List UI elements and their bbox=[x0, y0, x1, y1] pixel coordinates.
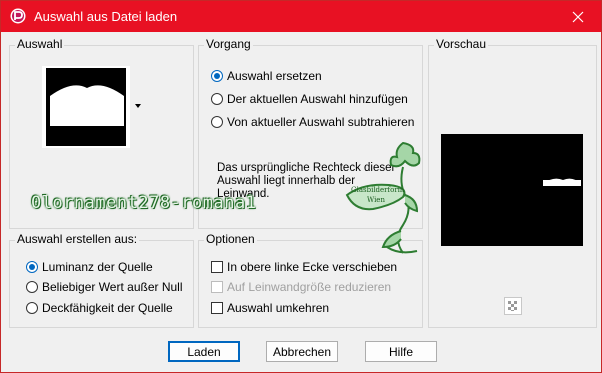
dialog-window: Auswahl aus Datei laden Auswahl Vorgang … bbox=[0, 0, 602, 373]
radio-auswahl-hinzufuegen[interactable]: Der aktuellen Auswahl hinzufügen bbox=[211, 92, 408, 106]
radio-beliebiger-wert[interactable]: Beliebiger Wert außer Null bbox=[26, 280, 183, 294]
preview-canvas bbox=[441, 134, 583, 246]
checkbox-label: In obere linke Ecke verschieben bbox=[227, 260, 398, 274]
radio-indicator[interactable] bbox=[26, 302, 38, 314]
preview-shape bbox=[543, 134, 581, 186]
radio-label: Auswahl ersetzen bbox=[227, 69, 322, 83]
checkbox-leinwandgroesse: Auf Leinwandgröße reduzieren bbox=[211, 280, 391, 294]
group-vorschau-label: Vorschau bbox=[434, 37, 489, 51]
flower-stamp-icon: Glasbilderform Wien bbox=[345, 141, 421, 254]
radio-indicator[interactable] bbox=[211, 70, 223, 82]
transparency-toggle[interactable] bbox=[504, 297, 522, 315]
load-button[interactable]: Laden bbox=[168, 341, 240, 362]
radio-indicator[interactable] bbox=[211, 93, 223, 105]
radio-label: Beliebiger Wert außer Null bbox=[42, 280, 183, 294]
checkbox-indicator bbox=[211, 281, 223, 293]
radio-deckfaehigkeit[interactable]: Deckfähigkeit der Quelle bbox=[26, 301, 173, 315]
checkbox-indicator[interactable] bbox=[211, 261, 223, 273]
radio-auswahl-subtrahieren[interactable]: Von aktueller Auswahl subtrahieren bbox=[211, 115, 414, 129]
radio-label: Luminanz der Quelle bbox=[42, 260, 153, 274]
checkbox-auswahl-umkehren[interactable]: Auswahl umkehren bbox=[211, 301, 329, 315]
close-button[interactable] bbox=[555, 1, 601, 32]
radio-indicator[interactable] bbox=[26, 281, 38, 293]
chevron-down-icon[interactable] bbox=[135, 104, 141, 108]
title-bar[interactable]: Auswahl aus Datei laden bbox=[1, 1, 601, 32]
radio-label: Der aktuellen Auswahl hinzufügen bbox=[227, 92, 408, 106]
window-title: Auswahl aus Datei laden bbox=[34, 9, 178, 24]
group-vorgang-label: Vorgang bbox=[204, 37, 253, 51]
group-auswahl-label: Auswahl bbox=[15, 37, 65, 51]
help-button[interactable]: Hilfe bbox=[365, 341, 437, 362]
selection-thumbnail-image bbox=[46, 68, 126, 146]
checkbox-indicator[interactable] bbox=[211, 302, 223, 314]
radio-indicator[interactable] bbox=[211, 116, 223, 128]
app-icon bbox=[10, 8, 26, 24]
cancel-button[interactable]: Abbrechen bbox=[266, 341, 338, 362]
group-optionen-label: Optionen bbox=[204, 232, 257, 246]
radio-auswahl-ersetzen[interactable]: Auswahl ersetzen bbox=[211, 69, 322, 83]
radio-indicator[interactable] bbox=[26, 261, 38, 273]
close-icon bbox=[572, 11, 584, 22]
group-vorschau: Vorschau bbox=[428, 37, 597, 328]
checkerboard-icon bbox=[508, 301, 517, 311]
radio-label: Deckfähigkeit der Quelle bbox=[42, 301, 173, 315]
checkbox-label: Auf Leinwandgröße reduzieren bbox=[227, 280, 392, 294]
watermark-filename: 0lornament278-romana1 bbox=[31, 193, 257, 213]
checkbox-obere-linke-ecke[interactable]: In obere linke Ecke verschieben bbox=[211, 260, 397, 274]
stamp-line1: Glasbilderform bbox=[351, 186, 405, 194]
checkbox-label: Auswahl umkehren bbox=[227, 301, 330, 315]
radio-luminanz[interactable]: Luminanz der Quelle bbox=[26, 260, 153, 274]
group-erstellen-label: Auswahl erstellen aus: bbox=[15, 232, 140, 246]
selection-thumbnail[interactable] bbox=[42, 66, 130, 148]
radio-label: Von aktueller Auswahl subtrahieren bbox=[227, 115, 415, 129]
stamp-line2: Wien bbox=[367, 196, 385, 204]
